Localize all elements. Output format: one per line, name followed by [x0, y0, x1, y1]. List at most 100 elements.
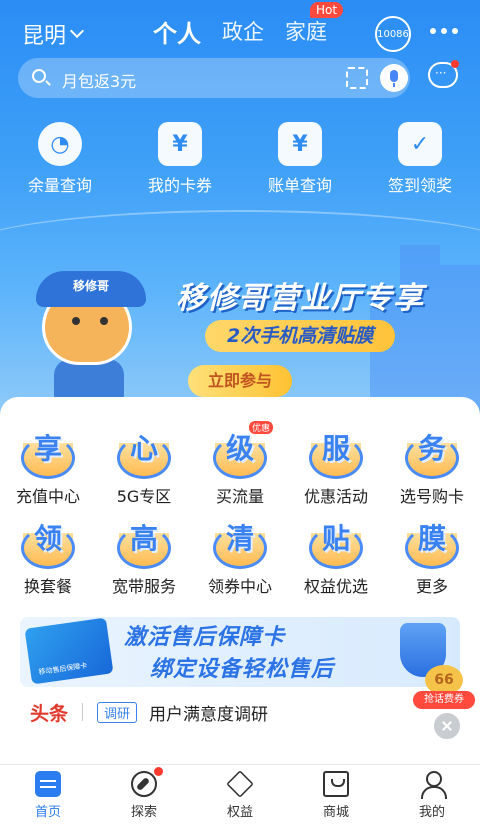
- quick-action-label: 余量查询: [27, 176, 92, 195]
- bottom-tab-bar: 首页 探索 权益 商城 我的: [0, 764, 480, 824]
- benefits-icon: 贴: [307, 517, 365, 569]
- scan-icon[interactable]: [346, 67, 368, 89]
- tab-mall[interactable]: 商城: [288, 765, 384, 824]
- headline-bar[interactable]: 头条 调研 用户满意度调研: [20, 694, 435, 730]
- notification-dot: [451, 60, 459, 68]
- broadband-icon: 高: [115, 517, 173, 569]
- quick-bill-query[interactable]: ¥ 账单查询: [240, 122, 360, 196]
- hot-badge: Hot: [310, 2, 344, 18]
- close-icon[interactable]: [432, 711, 462, 741]
- tab-home[interactable]: 首页: [0, 765, 96, 824]
- tab-label: 商城: [322, 805, 349, 820]
- calendar-check-icon: ✓: [398, 122, 442, 166]
- top-bar: 昆明 个人 政企 家庭 Hot 10086: [0, 2, 480, 54]
- 5g-icon: 心: [115, 427, 173, 479]
- quick-actions: ◔ 余量查询 ¥ 我的卡券 ¥ 账单查询 ✓ 签到领奖: [0, 122, 480, 196]
- service-label: 宽带服务: [111, 577, 176, 596]
- city-label: 昆明: [22, 24, 67, 49]
- message-icon[interactable]: [428, 60, 459, 88]
- warranty-card-image: 移动售后保障卡: [24, 617, 114, 685]
- service-number: 10086: [377, 28, 409, 40]
- chevron-down-icon: [69, 23, 85, 39]
- quick-action-label: 我的卡券: [147, 176, 212, 195]
- bill-icon: ¥: [278, 122, 322, 166]
- tab-label: 权益: [226, 805, 253, 820]
- header-area: 昆明 个人 政企 家庭 Hot 10086 月包返3元 ◔ 余量查询 ¥ 我的卡…: [0, 0, 480, 415]
- diamond-icon: [226, 770, 254, 798]
- coupon-center-icon: 清: [211, 517, 269, 569]
- quick-balance-query[interactable]: ◔ 余量查询: [0, 122, 120, 196]
- customer-service-icon[interactable]: 10086: [375, 16, 411, 52]
- service-change-plan[interactable]: 领 换套餐: [0, 517, 96, 607]
- quick-my-coupons[interactable]: ¥ 我的卡券: [120, 122, 240, 196]
- search-placeholder: 月包返3元: [62, 72, 137, 91]
- user-icon: [419, 771, 447, 799]
- microphone-icon[interactable]: [380, 64, 408, 92]
- data-icon: 级优惠: [211, 421, 273, 479]
- divider: [82, 703, 84, 721]
- join-now-button[interactable]: 立即参与: [188, 365, 292, 397]
- service-recharge-center[interactable]: 享 充值中心: [0, 427, 96, 517]
- tab-benefits[interactable]: 权益: [192, 765, 288, 824]
- mascot-cap: 移修哥: [36, 271, 146, 307]
- banner-title: 移修哥营业厅专享: [176, 281, 424, 316]
- service-label: 权益优选: [303, 577, 368, 596]
- more-icon[interactable]: [430, 28, 458, 34]
- service-broadband[interactable]: 高 宽带服务: [96, 517, 192, 607]
- sim-card-icon: 务: [403, 427, 461, 479]
- quick-action-label: 账单查询: [267, 176, 332, 195]
- service-grid: 享 充值中心 心 5G专区 级优惠 买流量 服 优惠活动 务 选号购卡 领 换套…: [0, 421, 480, 607]
- quick-sign-in-reward[interactable]: ✓ 签到领奖: [360, 122, 480, 196]
- service-buy-data[interactable]: 级优惠 买流量: [192, 421, 288, 517]
- promo-line-2: 绑定设备轻松售后: [150, 657, 335, 682]
- service-label: 充值中心: [15, 487, 80, 506]
- tab-label: 探索: [130, 805, 157, 820]
- service-label: 5G专区: [116, 487, 172, 506]
- tab-explore[interactable]: 探索: [96, 765, 192, 824]
- plan-icon: 领: [19, 517, 77, 569]
- promo-line-1: 激活售后保障卡: [124, 625, 286, 650]
- shopping-bag-icon: [323, 771, 349, 797]
- home-icon: [35, 771, 61, 797]
- search-bar[interactable]: 月包返3元: [18, 58, 410, 98]
- service-more[interactable]: 膜 更多: [384, 517, 480, 607]
- city-selector[interactable]: 昆明: [22, 18, 85, 50]
- quick-action-label: 签到领奖: [387, 176, 452, 195]
- floating-coupon-ad[interactable]: 66 抢话费券: [413, 665, 475, 715]
- notification-dot: [154, 767, 163, 776]
- recharge-icon: 享: [19, 427, 77, 479]
- service-label: 优惠活动: [303, 487, 368, 506]
- card-text: 移动售后保障卡: [38, 661, 88, 677]
- tab-mine[interactable]: 我的: [384, 765, 480, 824]
- tab-label: 首页: [34, 805, 61, 820]
- service-label: 换套餐: [23, 577, 72, 596]
- service-label: 领券中心: [207, 577, 272, 596]
- compass-icon: [131, 771, 157, 797]
- service-5g-zone[interactable]: 心 5G专区: [96, 427, 192, 517]
- segment-personal[interactable]: 个人: [153, 14, 201, 49]
- service-label: 买流量: [215, 487, 264, 506]
- search-icon: [32, 69, 46, 83]
- service-promotions[interactable]: 服 优惠活动: [288, 427, 384, 517]
- tab-label: 我的: [418, 805, 445, 820]
- building-decoration: [440, 265, 480, 415]
- service-label: 选号购卡: [399, 487, 464, 506]
- tiger-mascot: 移修哥: [20, 255, 160, 405]
- coupon-icon: ¥: [158, 122, 202, 166]
- segment-enterprise[interactable]: 政企: [222, 16, 264, 46]
- promotion-icon: 服: [307, 427, 365, 479]
- segment-family[interactable]: 家庭: [285, 16, 327, 46]
- service-benefits[interactable]: 贴 权益优选: [288, 517, 384, 607]
- service-badge: 优惠: [248, 421, 273, 434]
- headline-badge: 调研: [97, 701, 138, 723]
- warranty-card-banner[interactable]: 移动售后保障卡 激活售后保障卡 绑定设备轻松售后: [20, 617, 460, 687]
- headline-tag: 头条: [30, 702, 69, 725]
- banner-subtitle: 2次手机高清贴膜: [205, 320, 396, 352]
- service-coupon-center[interactable]: 清 领券中心: [192, 517, 288, 607]
- pie-chart-icon: ◔: [38, 122, 82, 166]
- service-choose-number[interactable]: 务 选号购卡: [384, 427, 480, 517]
- service-label: 更多: [415, 577, 448, 596]
- promo-banner[interactable]: 移修哥 移修哥营业厅专享 2次手机高清贴膜 立即参与: [0, 235, 480, 415]
- headline-text: 用户满意度调研: [149, 704, 269, 725]
- building-decoration: [400, 245, 440, 415]
